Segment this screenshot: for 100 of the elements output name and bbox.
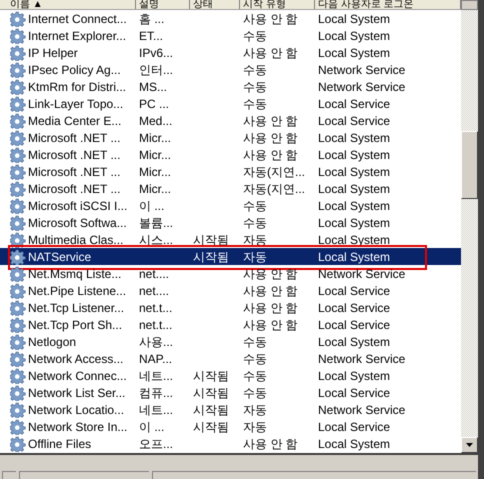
service-row[interactable]: Microsoft .NET ... Micr... 사용 안 함 Local System bbox=[0, 129, 461, 146]
table-cell: Micr... bbox=[139, 182, 171, 196]
service-row[interactable]: Netlogon 사용... 수동 Local System bbox=[0, 333, 461, 350]
gear-icon bbox=[10, 198, 26, 214]
table-cell: 시스... bbox=[139, 232, 174, 246]
service-name: Network Access... bbox=[28, 350, 124, 368]
table-cell: 수동 bbox=[243, 352, 267, 366]
service-row[interactable]: Net.Pipe Listene... net.... 사용 안 함 Local Service bbox=[0, 282, 461, 299]
gear-icon bbox=[10, 62, 26, 78]
table-cell: Micr... bbox=[139, 164, 171, 178]
service-row[interactable]: Network Locatio... 네트... 시작됨 자동 Network Service bbox=[0, 401, 461, 418]
table-cell: 자동 bbox=[243, 402, 267, 416]
table-cell: Local System bbox=[318, 368, 390, 382]
table-cell: 사용 안 함 bbox=[243, 12, 298, 26]
gear-icon bbox=[10, 146, 26, 162]
service-row[interactable]: Network Connec... 네트... 시작됨 수동 Local System bbox=[0, 367, 461, 384]
service-row[interactable]: NATService 시작됨 자동 Local System bbox=[0, 248, 461, 265]
table-cell: 네트... bbox=[139, 368, 174, 382]
service-name: Microsoft .NET ... bbox=[28, 146, 120, 164]
table-cell: 인터... bbox=[139, 62, 174, 76]
gear-icon bbox=[10, 248, 26, 264]
service-name: Internet Connect... bbox=[28, 10, 127, 28]
service-name: Media Center E... bbox=[28, 112, 122, 130]
service-row[interactable]: Microsoft iSCSI I... 이 ... 수동 Local System bbox=[0, 197, 461, 214]
table-cell: 시작됨 bbox=[193, 386, 229, 400]
table-cell: 사용 안 함 bbox=[243, 266, 298, 280]
table-cell: IPv6... bbox=[139, 46, 174, 60]
service-row[interactable]: Net.Tcp Port Sh... net.t... 사용 안 함 Local Service bbox=[0, 316, 461, 333]
table-cell: 사용 안 함 bbox=[243, 114, 298, 128]
gear-icon bbox=[10, 368, 26, 384]
table-cell: 사용 안 함 bbox=[243, 300, 298, 314]
table-cell: 시작됨 bbox=[193, 420, 229, 434]
gear-icon bbox=[10, 282, 26, 298]
service-row[interactable]: Media Center E... Med... 사용 안 함 Local Service bbox=[0, 112, 461, 129]
service-row[interactable]: Microsoft Softwa... 볼륨... 수동 Local System bbox=[0, 214, 461, 231]
service-name: Microsoft .NET ... bbox=[28, 130, 120, 146]
table-cell: 사용 안 함 bbox=[243, 148, 298, 162]
service-row[interactable]: Net.Tcp Listener... net.t... 사용 안 함 Local Service bbox=[0, 299, 461, 316]
table-cell: 수동 bbox=[243, 80, 267, 94]
service-row[interactable]: Internet Connect... 홈 ... 사용 안 함 Local System bbox=[0, 10, 461, 27]
table-cell: net.... bbox=[139, 266, 170, 280]
service-row[interactable]: Network Store In... 이 ... 시작됨 자동 Local Service bbox=[0, 418, 461, 435]
scroll-thumb[interactable] bbox=[461, 131, 478, 199]
table-cell: 오프... bbox=[139, 436, 174, 450]
gear-icon bbox=[10, 384, 26, 400]
gear-icon bbox=[10, 214, 26, 230]
table-cell: Local System bbox=[318, 164, 390, 178]
table-cell: 시작됨 bbox=[193, 250, 229, 264]
table-cell: NAP... bbox=[139, 352, 172, 366]
table-cell: Local System bbox=[318, 182, 390, 196]
table-cell: Local Service bbox=[318, 96, 390, 110]
table-cell: Micr... bbox=[139, 148, 171, 162]
service-name: Net.Msmq Liste... bbox=[28, 266, 122, 282]
scrollbar[interactable] bbox=[461, 0, 478, 453]
service-row[interactable]: Internet Explorer... ET... 수동 Local System bbox=[0, 27, 461, 44]
table-cell: net.t... bbox=[139, 318, 172, 332]
table-cell: 자동 bbox=[243, 250, 267, 264]
table-cell: Local System bbox=[318, 148, 390, 162]
service-row[interactable]: Link-Layer Topo... PC ... 수동 Local Service bbox=[0, 95, 461, 112]
service-row[interactable]: Microsoft .NET ... Micr... 자동(지연... Local System bbox=[0, 180, 461, 197]
table-cell: Local Service bbox=[318, 386, 390, 400]
table-cell: Network Service bbox=[318, 352, 406, 366]
service-row[interactable]: Net.Msmq Liste... net.... 사용 안 함 Network Service bbox=[0, 265, 461, 282]
service-name: IP Helper bbox=[28, 44, 78, 62]
service-row[interactable]: Network Access... NAP... 수동 Network Service bbox=[0, 350, 461, 367]
table-cell: Local System bbox=[318, 28, 390, 42]
service-name: Net.Pipe Listene... bbox=[28, 282, 126, 300]
service-name: IPsec Policy Ag... bbox=[28, 62, 121, 78]
table-cell: 시작됨 bbox=[193, 402, 229, 416]
table-cell: 수동 bbox=[243, 386, 267, 400]
scroll-up-button[interactable] bbox=[461, 0, 478, 10]
service-name: Net.Tcp Listener... bbox=[28, 300, 124, 316]
service-row[interactable]: Microsoft .NET ... Micr... 사용 안 함 Local System bbox=[0, 146, 461, 163]
down-arrow-icon bbox=[466, 443, 473, 447]
table-cell: Micr... bbox=[139, 130, 171, 144]
table-cell: 사용 안 함 bbox=[243, 130, 298, 144]
table-cell: 수동 bbox=[243, 96, 267, 110]
gear-icon bbox=[10, 334, 26, 350]
service-row[interactable]: IPsec Policy Ag... 인터... 수동 Network Service bbox=[0, 61, 461, 78]
gear-icon bbox=[10, 10, 26, 26]
scroll-down-button[interactable] bbox=[461, 437, 478, 453]
service-row[interactable]: Offline Files 오프... 사용 안 함 Local System bbox=[0, 435, 461, 452]
table-cell: Local System bbox=[318, 46, 390, 60]
table-cell: 수동 bbox=[243, 216, 267, 230]
service-row[interactable]: KtmRm for Distri... MS... 수동 Network Service bbox=[0, 78, 461, 95]
table-cell: Local System bbox=[318, 334, 390, 348]
service-name: Internet Explorer... bbox=[28, 28, 126, 44]
service-row[interactable]: IP Helper IPv6... 사용 안 함 Local System bbox=[0, 44, 461, 61]
service-row[interactable]: Microsoft .NET ... Micr... 자동(지연... Local System bbox=[0, 163, 461, 180]
service-row[interactable]: Network List Ser... 컴퓨... 시작됨 수동 Local Service bbox=[0, 384, 461, 401]
table-cell: Local Service bbox=[318, 318, 390, 332]
table-cell: Local System bbox=[318, 216, 390, 230]
table-cell: net.t... bbox=[139, 300, 172, 314]
table-cell: Network Service bbox=[318, 80, 406, 94]
table-cell: PC ... bbox=[139, 96, 170, 110]
gear-icon bbox=[10, 300, 26, 316]
gear-icon bbox=[10, 418, 26, 434]
gear-icon bbox=[10, 436, 26, 452]
table-cell: net.... bbox=[139, 284, 170, 298]
table-cell: 컴퓨... bbox=[139, 386, 174, 400]
